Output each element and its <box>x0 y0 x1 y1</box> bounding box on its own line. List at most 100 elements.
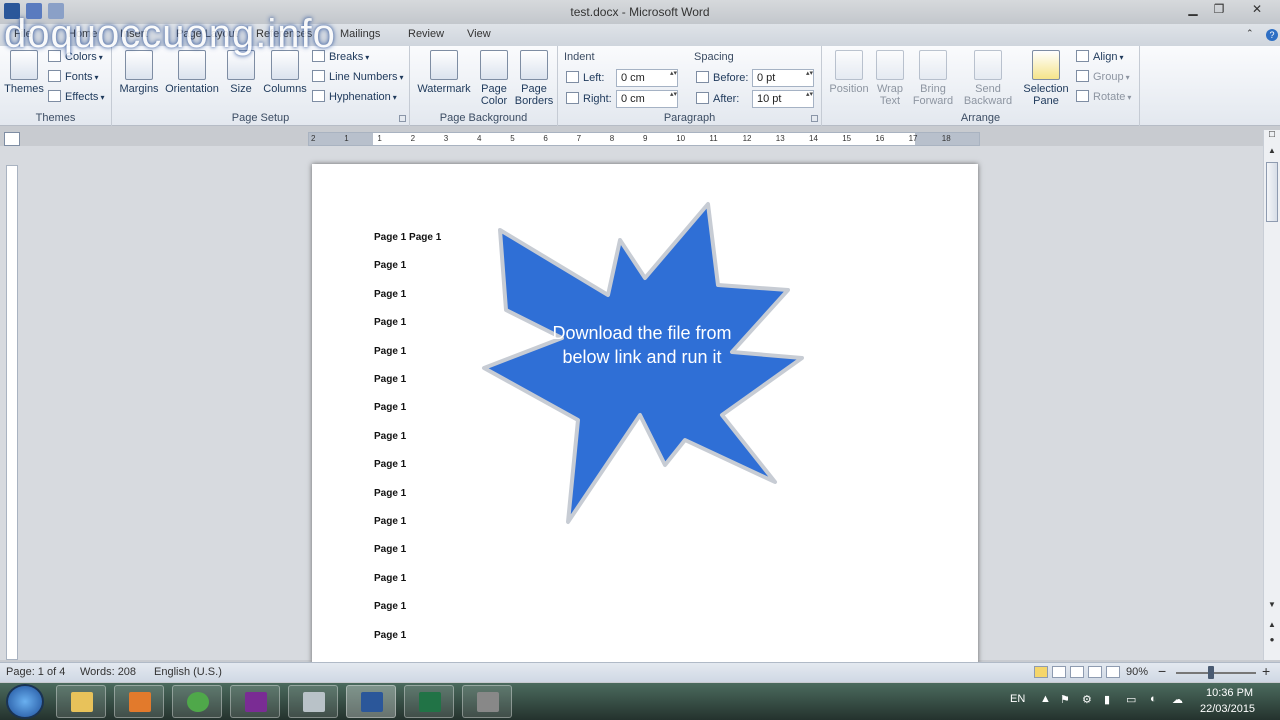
indent-left-field[interactable]: 0 cm <box>616 69 678 87</box>
help-icon[interactable]: ? <box>1266 29 1278 41</box>
send-backward-button[interactable]: Send Backward <box>962 50 1014 107</box>
watermark-button[interactable]: Watermark <box>416 50 472 95</box>
fonts-label: Fonts <box>65 71 93 83</box>
columns-label: Columns <box>263 83 307 95</box>
vertical-scrollbar[interactable]: ☐ ▲ ▼ ▲ ● <box>1263 130 1280 660</box>
themes-group-label: Themes <box>35 112 76 124</box>
ribbon-minimize-icon[interactable]: ⌃ <box>1246 28 1254 39</box>
full-screen-reading-icon[interactable] <box>1052 666 1066 678</box>
tab-mailings[interactable]: Mailings <box>340 28 380 40</box>
page-setup-group-label: Page Setup <box>231 112 290 124</box>
close-button[interactable]: ✕ <box>1242 0 1272 18</box>
indent-right-label: Right: <box>566 92 612 105</box>
zoom-in-icon[interactable]: + <box>1262 663 1270 679</box>
explorer-icon[interactable] <box>56 685 106 718</box>
fonts-button[interactable]: Fonts ▾ <box>48 68 99 86</box>
restore-button[interactable]: ❐ <box>1206 0 1232 18</box>
display-icon[interactable]: ▭ <box>1126 693 1136 706</box>
tab-view[interactable]: View <box>467 28 491 40</box>
wrap-text-button[interactable]: Wrap Text <box>874 50 906 107</box>
volume-icon[interactable]: ◐ <box>1150 693 1157 705</box>
ruler-tick: 5 <box>510 134 515 143</box>
bring-forward-button[interactable]: Bring Forward <box>910 50 956 107</box>
page-color-button[interactable]: Page Color <box>476 50 512 107</box>
bring-forward-label-1: Bring <box>920 83 946 95</box>
ruler-toggle-icon[interactable]: ☐ <box>1264 130 1280 144</box>
orientation-label: Orientation <box>165 83 219 95</box>
excel-icon[interactable] <box>404 685 454 718</box>
zoom-level[interactable]: 90% <box>1126 666 1148 678</box>
prev-page-icon[interactable]: ▲ <box>1264 620 1280 634</box>
language-indicator[interactable]: EN <box>1010 693 1025 705</box>
draft-icon[interactable] <box>1106 666 1120 678</box>
zoom-out-icon[interactable]: − <box>1158 663 1166 679</box>
scroll-up-icon[interactable]: ▲ <box>1264 146 1280 160</box>
align-button[interactable]: Align ▾ <box>1076 48 1123 66</box>
network-icon[interactable]: ▮ <box>1104 693 1110 706</box>
page-color-icon <box>480 50 508 80</box>
ruler-tick: 11 <box>709 134 718 143</box>
app-recorder-icon[interactable] <box>462 685 512 718</box>
browse-object-icon[interactable]: ● <box>1264 635 1280 649</box>
app-silver-icon[interactable] <box>288 685 338 718</box>
effects-button[interactable]: Effects ▾ <box>48 88 104 106</box>
page-background-group: Watermark Page Color Page Borders Page B… <box>410 46 558 126</box>
vertical-ruler[interactable] <box>6 165 18 660</box>
cloud-icon[interactable]: ☁ <box>1172 693 1183 706</box>
document-line: Page 1 <box>374 260 407 272</box>
flag-icon[interactable]: ⚑ <box>1060 693 1070 706</box>
word-count[interactable]: Words: 208 <box>80 666 136 678</box>
paragraph-group: Indent Left: 0 cm Right: 0 cm Spacing Be… <box>558 46 822 126</box>
minimize-button[interactable]: ▁ <box>1180 0 1206 18</box>
start-button[interactable] <box>6 684 44 719</box>
horizontal-ruler[interactable]: 2 1 1 2 3 4 5 6 7 8 9 10 11 12 13 14 15 16 17 18 <box>308 132 980 146</box>
clock-time[interactable]: 10:36 PM <box>1206 687 1253 699</box>
group-button[interactable]: Group ▾ <box>1076 68 1130 86</box>
spacing-after-field[interactable]: 10 pt <box>752 90 814 108</box>
watermark-text: doquoccuong.info <box>4 12 336 56</box>
ruler-tick: 13 <box>775 134 785 143</box>
arrange-group: Position Wrap Text Bring Forward Send Ba… <box>822 46 1140 126</box>
settings-icon[interactable]: ⚙ <box>1082 693 1092 706</box>
margins-label: Margins <box>119 83 159 95</box>
tab-selector-button[interactable] <box>4 132 20 146</box>
rotate-button[interactable]: Rotate ▾ <box>1076 88 1131 106</box>
spacing-before-field[interactable]: 0 pt <box>752 69 814 87</box>
indent-right-field[interactable]: 0 cm <box>616 90 678 108</box>
language-status[interactable]: English (U.S.) <box>154 666 222 678</box>
document-line: Page 1 <box>374 317 407 329</box>
yahoo-messenger-icon[interactable] <box>230 685 280 718</box>
page-borders-button[interactable]: Page Borders <box>514 50 554 107</box>
position-button[interactable]: Position <box>826 50 872 95</box>
scroll-down-icon[interactable]: ▼ <box>1264 600 1280 614</box>
document-line: Page 1 <box>374 345 407 357</box>
app-green-icon[interactable] <box>172 685 222 718</box>
group-label: Group <box>1093 71 1124 83</box>
indent-header: Indent <box>564 51 595 63</box>
document-line: Page 1 <box>374 402 407 414</box>
scroll-thumb[interactable] <box>1266 162 1278 222</box>
page-color-label-2: Color <box>480 95 508 107</box>
clock-date[interactable]: 22/03/2015 <box>1200 703 1255 715</box>
selection-pane-button[interactable]: Selection Pane <box>1020 50 1072 107</box>
tab-review[interactable]: Review <box>408 28 444 40</box>
zoom-slider-knob[interactable] <box>1208 666 1214 679</box>
outline-icon[interactable] <box>1088 666 1102 678</box>
tray-expand-icon[interactable]: ▲ <box>1040 693 1051 705</box>
media-player-icon[interactable] <box>114 685 164 718</box>
page-borders-label-1: Page <box>521 83 547 95</box>
wrap-text-icon <box>876 50 904 80</box>
page-count[interactable]: Page: 1 of 4 <box>6 666 65 678</box>
page-setup-launcher-icon[interactable] <box>399 115 406 122</box>
zoom-slider-track[interactable] <box>1176 672 1256 674</box>
print-layout-icon[interactable] <box>1034 666 1048 678</box>
word-icon[interactable] <box>346 685 396 718</box>
paragraph-launcher-icon[interactable] <box>811 115 818 122</box>
ruler-tick: 4 <box>477 134 482 143</box>
line-numbers-button[interactable]: Line Numbers ▾ <box>312 68 404 86</box>
hyphenation-icon <box>312 90 325 102</box>
web-layout-icon[interactable] <box>1070 666 1084 678</box>
ruler-tick: 14 <box>809 134 818 143</box>
hyphenation-button[interactable]: Hyphenation ▾ <box>312 88 397 106</box>
ruler-tick: 9 <box>643 134 648 143</box>
